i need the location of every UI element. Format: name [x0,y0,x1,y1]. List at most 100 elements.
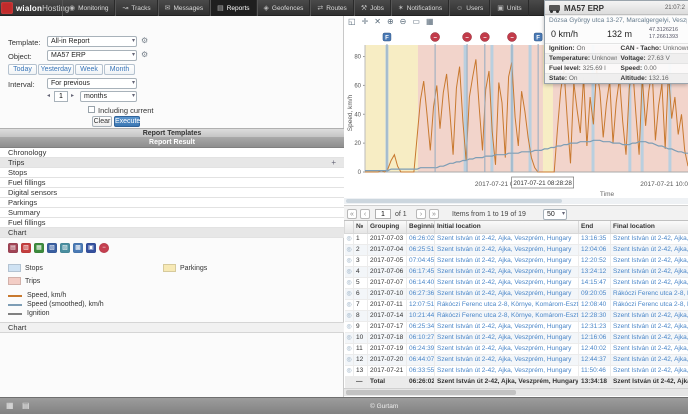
toggle-bottom-panel-icon[interactable]: ▤ [22,401,30,410]
table-row[interactable]: ◎22017-07-0406:25:51Szent István út 2-42… [345,244,688,255]
fit-width-icon[interactable]: ▭ [412,17,420,27]
section-item-fuel-fillings[interactable]: Fuel fillings [0,218,344,228]
locate-row-icon[interactable]: ◎ [347,324,352,330]
chart-section-header[interactable]: Chart [0,322,344,333]
final-location-link[interactable]: Szent István út 2-42, Ajka, Veszprém, Hu… [613,334,688,341]
table-row[interactable]: ◎62017-07-1006:27:36Szent István út 2-42… [345,288,688,299]
end-link[interactable]: 12:44:37 [581,356,606,363]
beginning-link[interactable]: 06:33:55 [409,367,434,374]
final-location-link[interactable]: Szent István út 2-42, Ajka, Veszprém, Hu… [613,356,688,363]
initial-location-link[interactable]: Szent István út 2-42, Ajka, Veszprém, Hu… [437,290,571,297]
next-page-button[interactable]: › [416,209,426,219]
pdf-icon[interactable]: ▥ [21,243,31,253]
initial-location-link[interactable]: Szent István út 2-42, Ajka, Veszprém, Hu… [437,356,571,363]
locate-row-icon[interactable]: ◎ [347,357,352,363]
end-link[interactable]: 12:40:02 [581,345,606,352]
beginning-link[interactable]: 06:24:39 [409,345,434,352]
last-page-button[interactable]: » [429,209,439,219]
quick-button-month[interactable]: Month [104,64,135,75]
quick-button-yesterday[interactable]: Yesterday [38,64,74,75]
print-icon[interactable]: ▤ [8,243,18,253]
table-row[interactable]: ◎42017-07-0606:17:45Szent István út 2-42… [345,266,688,277]
end-link[interactable]: 11:50:46 [581,367,606,374]
table-row[interactable]: ◎32017-07-0507:04:45Szent István út 2-42… [345,255,688,266]
beginning-link[interactable]: 06:26:02 [409,235,434,242]
table-row[interactable]: ◎92017-07-1706:25:34Szent István út 2-42… [345,321,688,332]
end-link[interactable]: 12:20:52 [581,257,606,264]
page-size-select[interactable]: 50 [543,209,567,220]
word-icon[interactable]: ▧ [47,243,57,253]
section-item-fuel-fillings[interactable]: Fuel fillings [0,178,344,188]
nav-item-messages[interactable]: ✉Messages [158,0,211,16]
table-row[interactable]: ◎102017-07-1806:10:27Szent István út 2-4… [345,332,688,343]
final-location-link[interactable]: Szent István út 2-42, Ajka, Veszprém, Hu… [613,345,688,352]
table-row[interactable]: ◎72017-07-1112:07:51Rákóczi Ferenc utca … [345,299,688,310]
interval-unit-select[interactable]: months [80,91,137,102]
table-row[interactable]: ◎122017-07-2006:44:07Szent István út 2-4… [345,354,688,365]
final-location-link[interactable]: Szent István út 2-42, Ajka, Veszprém, Hu… [613,235,688,242]
table-row[interactable]: ◎132017-07-2106:33:55Szent István út 2-4… [345,365,688,376]
quick-button-week[interactable]: Week [75,64,103,75]
locate-row-icon[interactable]: ◎ [347,368,352,374]
execute-button[interactable]: Execute [114,116,140,127]
locate-row-icon[interactable]: ◎ [347,258,352,264]
first-page-button[interactable]: « [347,209,357,219]
initial-location-link[interactable]: Szent István út 2-42, Ajka, Veszprém, Hu… [437,257,571,264]
beginning-link[interactable]: 06:44:07 [409,356,434,363]
nav-item-tracks[interactable]: ↝Tracks [115,0,157,16]
end-link[interactable]: 12:08:40 [581,301,606,308]
locate-row-icon[interactable]: ◎ [347,346,352,352]
chart-hscrollbar[interactable] [344,198,688,204]
section-item-digital-sensors[interactable]: Digital sensors [0,188,344,198]
locate-row-icon[interactable]: ◎ [347,236,352,242]
final-location-link[interactable]: Szent István út 2-42, Ajka, Veszprém, Hu… [613,312,688,319]
end-link[interactable]: 12:31:23 [581,323,606,330]
prev-page-button[interactable]: ‹ [360,209,370,219]
close-icon[interactable]: ✕ [374,17,381,27]
initial-location-link[interactable]: Szent István út 2-42, Ajka, Veszprém, Hu… [437,235,571,242]
initial-location-link[interactable]: Szent István út 2-42, Ajka, Veszprém, Hu… [437,367,571,374]
end-link[interactable]: 12:04:06 [581,246,606,253]
initial-location-link[interactable]: Rákóczi Ferenc utca 2-8, Környe, Komárom… [437,312,579,319]
final-location-link[interactable]: Szent István út 2-42, Ajka, Veszprém, Hu… [613,323,688,330]
section-item-chronology[interactable]: Chronology [0,148,344,158]
final-location-link[interactable]: Szent István út 2-42, Ajka, Veszprém, Hu… [613,257,688,264]
table-row[interactable]: ◎82017-07-1410:21:44Rákóczi Ferenc utca … [345,310,688,321]
csv-icon[interactable]: ▩ [73,243,83,253]
interval-increment-button[interactable]: ▸ [71,92,74,99]
area-select-icon[interactable]: ◱ [348,17,356,27]
object-select[interactable]: MA57 ERP [47,50,137,61]
initial-location-link[interactable]: Szent István út 2-42, Ajka, Veszprém, Hu… [437,268,571,275]
end-link[interactable]: 13:24:12 [581,268,606,275]
table-hscroll-thumb[interactable] [346,390,516,395]
beginning-link[interactable]: 06:17:45 [409,268,434,275]
initial-location-link[interactable]: Szent István út 2-42, Ajka, Veszprém, Hu… [437,323,571,330]
page-number-input[interactable] [375,209,391,219]
interval-count-input[interactable] [54,91,68,102]
beginning-link[interactable]: 06:27:36 [409,290,434,297]
xml-icon[interactable]: ▣ [86,243,96,253]
table-row[interactable]: ◎52017-07-0706:14:40Szent István út 2-42… [345,277,688,288]
section-item-chart[interactable]: Chart [0,228,344,238]
pan-icon[interactable]: ✛ [362,17,369,27]
final-location-link[interactable]: Rákóczi Ferenc utca 2-8, Környe, Komárom… [613,290,688,297]
beginning-link[interactable]: 06:25:51 [409,246,434,253]
section-item-trips[interactable]: Trips+ [0,158,344,168]
nav-item-routes[interactable]: ⇄Routes [310,0,353,16]
locate-row-icon[interactable]: ◎ [347,269,352,275]
locate-row-icon[interactable]: ◎ [347,313,352,319]
expand-icon[interactable]: + [331,158,336,168]
remove-icon[interactable]: − [99,243,109,253]
toggle-left-panel-icon[interactable]: ▦ [6,401,14,410]
beginning-link[interactable]: 06:14:40 [409,279,434,286]
including-current-checkbox[interactable] [88,106,95,113]
initial-location-link[interactable]: Rákóczi Ferenc utca 2-8, Környe, Komárom… [437,301,579,308]
nav-item-geofences[interactable]: ◈Geofences [257,0,311,16]
zoom-in-icon[interactable]: ⊕ [387,17,394,27]
initial-location-link[interactable]: Szent István út 2-42, Ajka, Veszprém, Hu… [437,334,571,341]
initial-location-link[interactable]: Szent István út 2-42, Ajka, Veszprém, Hu… [437,279,571,286]
locate-row-icon[interactable]: ◎ [347,280,352,286]
table-hscrollbar[interactable] [344,388,688,396]
beginning-link[interactable]: 12:07:51 [409,301,434,308]
end-link[interactable]: 13:16:35 [581,235,606,242]
